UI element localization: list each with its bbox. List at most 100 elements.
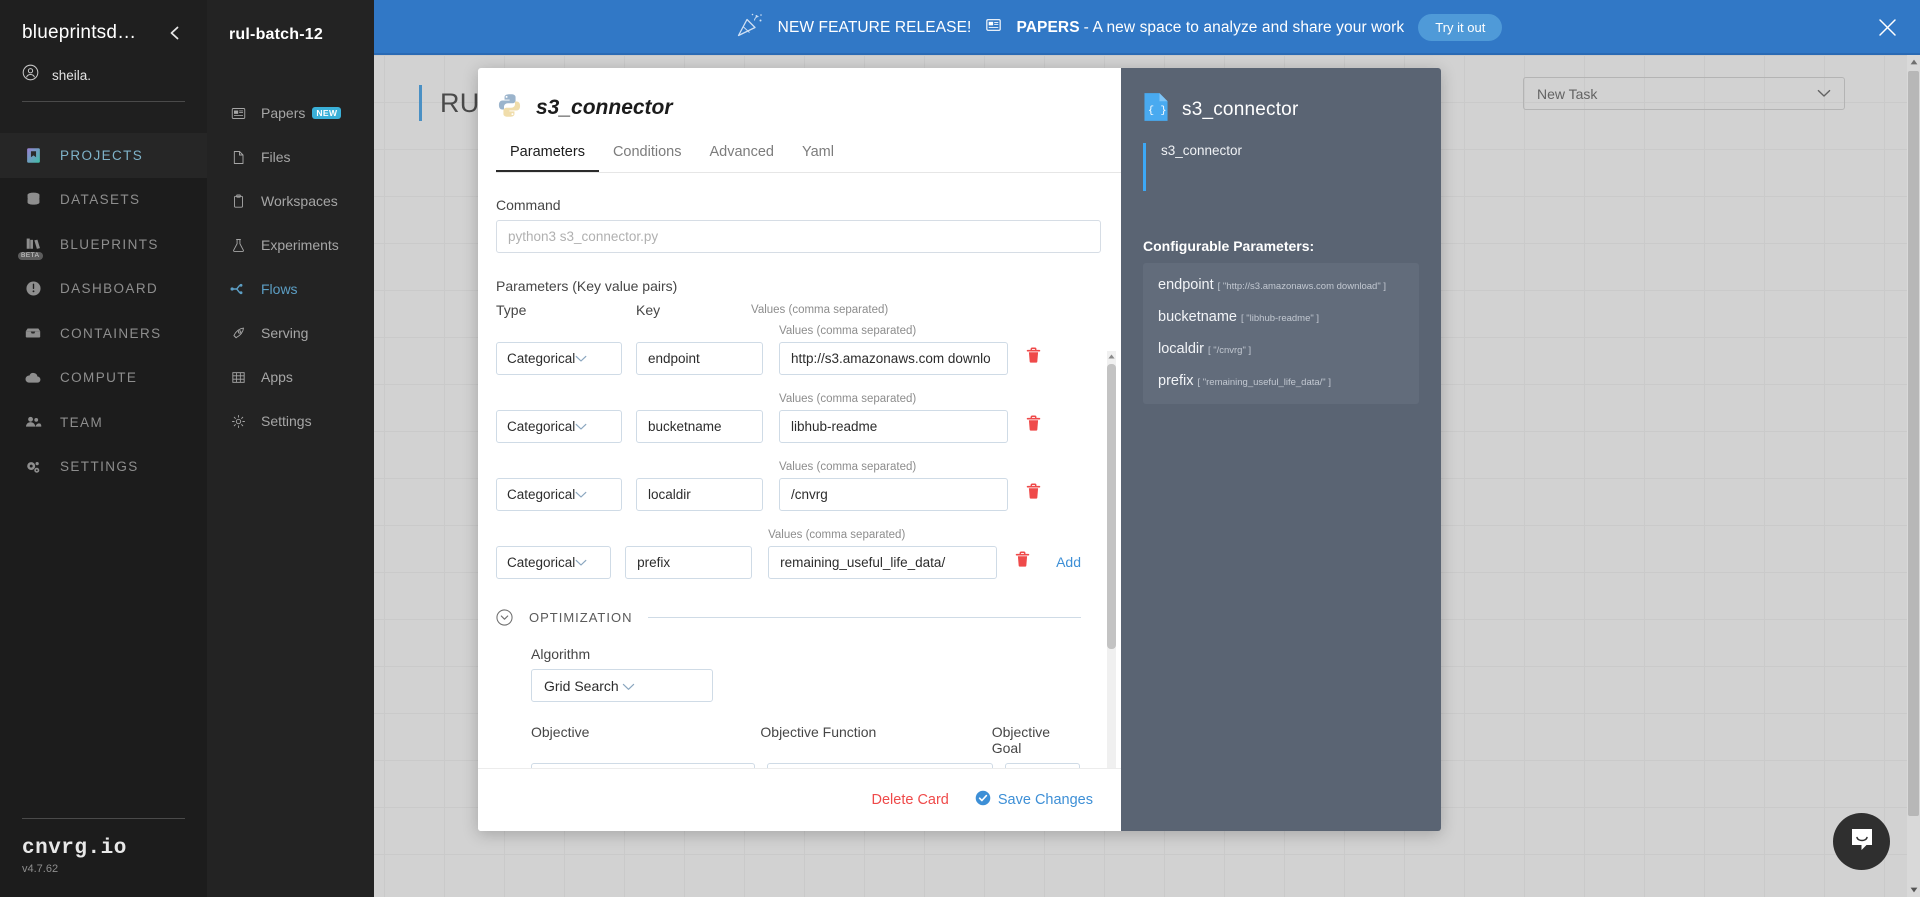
json-file-icon: { }	[1143, 92, 1169, 127]
delete-card-button[interactable]: Delete Card	[872, 792, 949, 808]
party-popper-icon	[736, 12, 764, 43]
parameter-row: Categorical Values (comma separated)	[496, 325, 1081, 375]
parameter-values-label: Values (comma separated)	[779, 325, 917, 337]
save-changes-button[interactable]: Save Changes	[975, 790, 1093, 810]
close-icon[interactable]	[1864, 0, 1910, 55]
banner-tagline: - A new space to analyze and share your …	[1083, 18, 1405, 36]
parameter-type-select[interactable]: Categorical	[496, 342, 622, 375]
papers-icon	[985, 17, 1002, 38]
parameter-type-select[interactable]: Categorical	[496, 546, 612, 579]
primary-nav: PROJECTS DATASETS BETA BLUEPRINTS DASHBO…	[0, 133, 207, 489]
objective-input[interactable]	[531, 763, 755, 768]
page-title-block: RU	[419, 85, 480, 121]
command-input[interactable]	[496, 220, 1101, 253]
configurable-parameters-list: endpoint[ "http://s3.amazonaws.com downl…	[1143, 263, 1419, 404]
canvas-scroll-thumb[interactable]	[1908, 71, 1919, 816]
check-circle-icon	[975, 790, 991, 810]
sidebar-item-settings[interactable]: SETTINGS	[0, 445, 207, 490]
objective-function-select[interactable]: Minimum ratio	[767, 763, 993, 768]
parameter-type-value: Categorical	[507, 419, 576, 434]
tab-advanced[interactable]: Advanced	[695, 136, 788, 172]
organization-name: blueprintsd…	[22, 22, 137, 43]
optimization-body: Algorithm Grid Search Objective Objectiv…	[496, 646, 1081, 768]
parameters-section-label: Parameters (Key value pairs)	[496, 278, 678, 294]
sidebar-item-serving[interactable]: Serving	[207, 311, 374, 355]
parameter-values-input[interactable]	[779, 342, 1008, 375]
parameter-values-input[interactable]	[768, 546, 998, 579]
parameter-key-input[interactable]	[636, 342, 763, 375]
objective-headers: Objective Objective Function Objective G…	[531, 724, 1081, 756]
sidebar-label: TEAM	[60, 414, 104, 430]
sidebar-item-papers[interactable]: Papers NEW	[207, 91, 374, 135]
parameter-name: bucketname	[1158, 309, 1237, 325]
command-label: Command	[496, 197, 561, 213]
modal-scroll-thumb[interactable]	[1107, 364, 1116, 649]
flask-icon	[229, 236, 247, 254]
sidebar-item-experiments[interactable]: Experiments	[207, 223, 374, 267]
trash-icon[interactable]	[1015, 551, 1030, 573]
chevron-down-icon	[575, 351, 611, 366]
user-row[interactable]: sheila.	[0, 64, 207, 86]
chevron-down-icon	[575, 487, 611, 502]
add-parameter-link[interactable]: Add	[1056, 554, 1081, 570]
chevron-down-icon	[575, 555, 600, 570]
parameter-key-input[interactable]	[636, 478, 763, 511]
parameter-default: [ "libhub-readme" ]	[1241, 313, 1320, 324]
project-name: rul-batch-12	[229, 26, 323, 43]
parameter-values-input[interactable]	[779, 410, 1008, 443]
parameter-values-input[interactable]	[779, 478, 1008, 511]
sidebar-item-settings[interactable]: Settings	[207, 399, 374, 443]
parameter-type-select[interactable]: Categorical	[496, 410, 622, 443]
modal-header: s3_connector Parameters Conditions Advan…	[478, 68, 1121, 173]
parameter-values-label: Values (comma separated)	[779, 461, 917, 473]
new-task-select[interactable]: New Task	[1523, 77, 1845, 110]
sidebar-item-datasets[interactable]: DATASETS	[0, 178, 207, 223]
caret-up-icon[interactable]	[1107, 351, 1116, 362]
caret-up-icon[interactable]	[1907, 55, 1920, 69]
docs-panel: { } s3_connector s3_connector Configurab…	[1121, 68, 1441, 831]
sidebar-item-apps[interactable]: Apps	[207, 355, 374, 399]
organization-row: blueprintsd…	[0, 22, 207, 44]
sidebar-item-projects[interactable]: PROJECTS	[0, 133, 207, 178]
chevron-down-icon	[575, 419, 611, 434]
parameter-row: Categorical Values (comma separated) Add	[496, 529, 1081, 579]
database-icon	[22, 189, 44, 211]
objective-goal-select[interactable]	[1005, 763, 1080, 768]
configurable-parameter: bucketname [ "libhub-readme" ]	[1158, 308, 1407, 326]
sidebar-item-compute[interactable]: COMPUTE	[0, 356, 207, 401]
divider	[22, 101, 185, 102]
tab-conditions[interactable]: Conditions	[599, 136, 696, 172]
sidebar-label: BLUEPRINTS	[60, 236, 159, 252]
banner-papers-label: PAPERS	[1016, 19, 1079, 37]
sidebar-item-blueprints[interactable]: BETA BLUEPRINTS	[0, 222, 207, 267]
sidebar-item-workspaces[interactable]: Workspaces	[207, 179, 374, 223]
parameter-values-label: Values (comma separated)	[779, 393, 917, 405]
card-settings-modal: s3_connector Parameters Conditions Advan…	[478, 68, 1441, 831]
algorithm-select[interactable]: Grid Search	[531, 669, 713, 702]
caret-down-icon[interactable]	[1907, 883, 1920, 897]
sidebar-item-files[interactable]: Files	[207, 135, 374, 179]
sidebar-item-flows[interactable]: Flows	[207, 267, 374, 311]
parameter-type-value: Categorical	[507, 351, 576, 366]
parameter-key-input[interactable]	[636, 410, 763, 443]
parameter-key-input[interactable]	[625, 546, 753, 579]
cloud-icon	[22, 367, 44, 389]
trash-icon[interactable]	[1026, 483, 1041, 505]
chevron-circle-down-icon[interactable]	[496, 609, 513, 626]
sidebar-item-dashboard[interactable]: DASHBOARD	[0, 267, 207, 312]
optimization-section-header: OPTIMIZATION	[496, 609, 1081, 626]
sidebar-item-team[interactable]: TEAM	[0, 400, 207, 445]
gauge-icon	[22, 278, 44, 300]
modal-tabs: Parameters Conditions Advanced Yaml	[496, 136, 1121, 172]
canvas-scrollbar[interactable]	[1907, 55, 1920, 897]
sidebar-item-containers[interactable]: CONTAINERS	[0, 311, 207, 356]
parameter-type-select[interactable]: Categorical	[496, 478, 622, 511]
trash-icon[interactable]	[1026, 415, 1041, 437]
tab-parameters[interactable]: Parameters	[496, 136, 599, 172]
chevron-left-icon[interactable]	[163, 22, 185, 44]
trash-icon[interactable]	[1026, 347, 1041, 369]
try-it-out-button[interactable]: Try it out	[1418, 14, 1503, 41]
tab-yaml[interactable]: Yaml	[788, 136, 848, 172]
intercom-launcher[interactable]	[1833, 813, 1890, 870]
modal-scrollbar[interactable]	[1107, 351, 1116, 768]
